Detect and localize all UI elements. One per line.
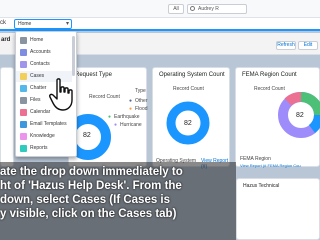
- instruction-line: ate the drop down immediately to: [0, 166, 183, 178]
- menu-item-home[interactable]: Home: [16, 35, 72, 46]
- card-title: Request Type: [75, 72, 112, 78]
- donut-center-value: 82: [296, 112, 304, 119]
- menu-scrollbar[interactable]: [72, 36, 75, 76]
- calendar-icon: [20, 109, 27, 116]
- menu-item-label: Email Templates: [30, 121, 67, 127]
- record-count-label: Record Count: [173, 86, 204, 92]
- fema-region-card: FEMA Region Count Record Count 82 FEMA R…: [235, 67, 320, 168]
- dashboard-card-left: [0, 67, 14, 167]
- menu-item-label: Home: [30, 37, 44, 43]
- card-title: Operating System Count: [159, 72, 225, 78]
- instruction-line: ht of 'Hazus Help Desk'. From the: [0, 180, 182, 192]
- search-text: Audrey R: [198, 6, 219, 12]
- files-icon: [20, 97, 27, 104]
- menu-item-knowledge[interactable]: Knowledge: [16, 131, 72, 142]
- legend-dot: ●: [129, 106, 133, 112]
- contacts-icon: [20, 61, 27, 68]
- knowledge-icon: [20, 133, 27, 140]
- menu-item-label: Knowledge: [30, 133, 55, 139]
- accounts-icon: [20, 49, 27, 56]
- email-icon: [20, 121, 27, 128]
- menu-item-label: Contacts: [30, 61, 50, 67]
- nav-dropdown-value: Home: [18, 21, 32, 27]
- legend-dot: ●: [129, 98, 133, 104]
- search-input[interactable]: Audrey R: [187, 4, 247, 14]
- reports-icon: [20, 145, 27, 152]
- edit-button[interactable]: Edit: [298, 41, 318, 50]
- donut-center-value: 82: [184, 120, 192, 127]
- hand-pointer-icon: [49, 78, 73, 111]
- legend-item: Flood: [135, 106, 148, 112]
- record-count-label: Record Count: [89, 94, 120, 100]
- home-icon: [20, 37, 27, 44]
- instruction-text: ate the drop down immediately to ht of '…: [0, 165, 236, 221]
- legend-item: Hurricane: [120, 122, 142, 128]
- hazus-technical-card: Hazus Technical: [236, 178, 320, 240]
- legend-item: Other: [135, 98, 148, 104]
- card-title: Hazus Technical: [243, 183, 280, 189]
- chevron-down-icon: ▾: [65, 21, 69, 27]
- search-scope-dropdown[interactable]: All: [168, 4, 184, 14]
- menu-item-label: Chatter: [30, 85, 47, 91]
- menu-item-label: Reports: [30, 145, 48, 151]
- chatter-icon: [20, 85, 27, 92]
- legend-title: Type: [135, 88, 146, 94]
- legend-item: Earthquake: [114, 114, 140, 120]
- donut-segment: [308, 114, 320, 133]
- instruction-line: y visible, click on the Cases tab): [0, 208, 177, 220]
- search-icon: [190, 6, 195, 11]
- donut-segment: [284, 92, 302, 106]
- request-type-card: Request Type Record Count Type ● Other ●…: [65, 67, 148, 167]
- legend-dot: ●: [114, 122, 118, 128]
- menu-item-email-templates[interactable]: Email Templates: [16, 119, 72, 130]
- menu-item-reports[interactable]: Reports: [16, 143, 72, 154]
- page-title: ard: [1, 37, 11, 43]
- refresh-button[interactable]: Refresh: [276, 41, 296, 50]
- nav-dropdown[interactable]: Home ▾: [14, 19, 72, 29]
- card-title: FEMA Region Count: [242, 72, 297, 78]
- legend-title: FEMA Region: [240, 156, 271, 162]
- donut-center-value: 82: [83, 132, 91, 139]
- menu-item-accounts[interactable]: Accounts: [16, 47, 72, 58]
- app-nav-bar: ck Home ▾: [0, 18, 320, 31]
- operating-system-card: Operating System Count Record Count 82 O…: [152, 67, 230, 170]
- global-header: All Audrey R: [0, 0, 320, 18]
- menu-item-label: Files: [30, 97, 41, 103]
- menu-item-label: Accounts: [30, 49, 51, 55]
- view-report-link[interactable]: View Report (# FEMA Region Cou: [240, 163, 301, 168]
- instruction-line: down, select Cases (If Cases is: [0, 194, 171, 206]
- menu-item-label: Cases: [30, 73, 45, 79]
- menu-item-contacts[interactable]: Contacts: [16, 59, 72, 70]
- cases-icon: [20, 73, 27, 80]
- nav-item-app-name[interactable]: ck: [0, 20, 6, 26]
